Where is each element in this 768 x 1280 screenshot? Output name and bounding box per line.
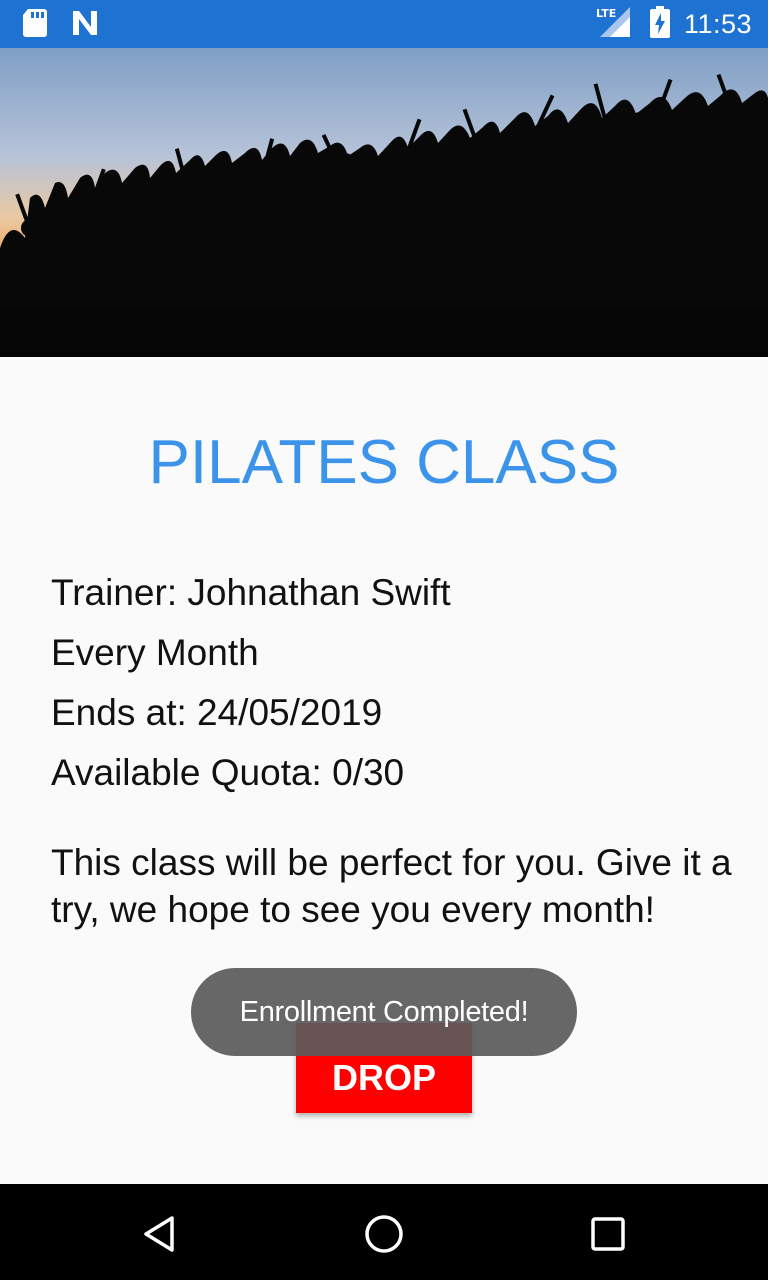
status-left-icons <box>22 8 100 43</box>
status-right-icons: LTE 11:53 <box>596 0 752 48</box>
quota-text: Available Quota: 0/30 <box>51 752 405 793</box>
toast-message: Enrollment Completed! <box>191 968 577 1056</box>
lte-signal-icon: LTE <box>596 5 636 44</box>
end-date-text: Ends at: 24/05/2019 <box>51 692 383 733</box>
lte-label: LTE <box>596 7 616 20</box>
recents-icon[interactable] <box>586 1212 630 1256</box>
battery-charging-icon <box>649 5 670 43</box>
frequency-text: Every Month <box>51 632 259 673</box>
status-time: 11:53 <box>683 8 752 39</box>
hero-image <box>0 48 768 357</box>
class-info: Trainer: Johnathan Swift Every Month End… <box>51 569 731 809</box>
class-title: PILATES CLASS <box>148 428 620 497</box>
class-description: This class will be perfect for you. Give… <box>51 842 732 930</box>
n-notification-icon <box>70 8 100 43</box>
crowd-sunset-photo <box>0 48 768 357</box>
home-icon[interactable] <box>362 1212 406 1256</box>
class-details: PILATES CLASS Trainer: Johnathan Swift E… <box>0 357 768 1184</box>
sd-card-icon <box>22 8 48 43</box>
status-bar: LTE 11:53 <box>0 0 768 48</box>
trainer-text: Trainer: Johnathan Swift <box>51 572 451 613</box>
navigation-bar <box>0 1184 768 1280</box>
back-icon[interactable] <box>138 1212 182 1256</box>
